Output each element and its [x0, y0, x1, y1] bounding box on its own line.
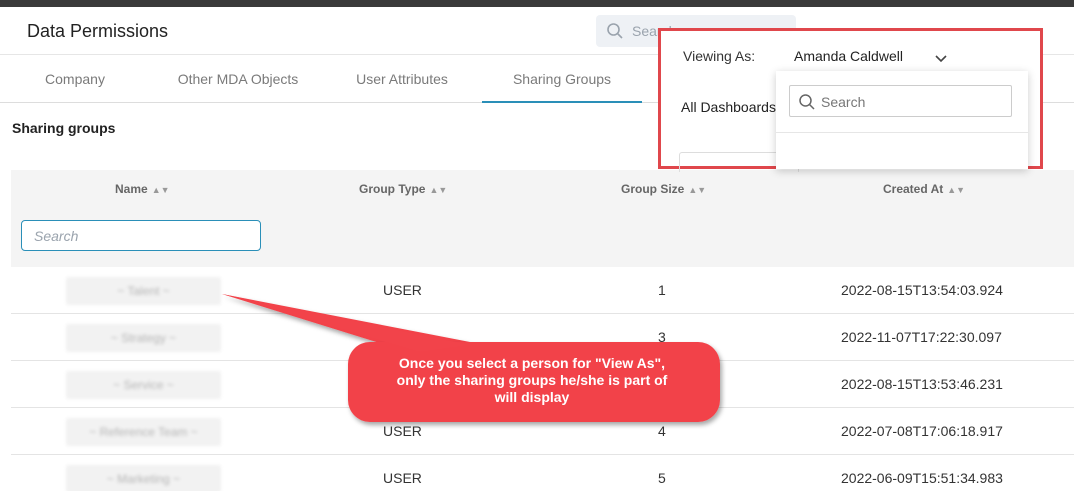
viewing-as-label: Viewing As: — [683, 48, 756, 64]
tab-sharing-groups[interactable]: Sharing Groups — [482, 56, 642, 103]
viewing-as-select[interactable]: Amanda Caldwell — [794, 48, 903, 64]
callout-text: Once you select a person for "View As", … — [362, 355, 702, 406]
sort-icon: ▲▼ — [151, 185, 170, 195]
row-group-type: USER — [383, 423, 422, 439]
chevron-down-icon[interactable] — [934, 51, 948, 69]
row-name: ~ Service ~ — [66, 371, 221, 399]
table-row[interactable]: ~ Reference Team ~ USER 4 2022-07-08T17:… — [11, 408, 1074, 455]
callout-line-3: will display — [494, 389, 570, 405]
row-created-at: 2022-08-15T13:53:46.231 — [841, 376, 1003, 392]
callout-line-2: only the sharing groups he/she is part o… — [396, 372, 668, 388]
search-icon — [606, 22, 624, 45]
sort-icon: ▲▼ — [688, 185, 707, 195]
row-group-size: 1 — [658, 282, 666, 298]
view-as-panel-highlight: Viewing As: Amanda Caldwell All Dashboar… — [658, 28, 1043, 172]
row-group-type: USER — [383, 470, 422, 486]
page-title: Data Permissions — [27, 21, 169, 41]
search-icon — [798, 93, 816, 116]
all-dashboards-label[interactable]: All Dashboards — [681, 99, 776, 115]
top-strip — [0, 0, 1074, 7]
dropdown-divider — [776, 132, 1028, 133]
callout-line-1: Once you select a person for "View As", — [398, 355, 666, 371]
table-row[interactable]: ~ Strategy ~ 3 2022-11-07T17:22:30.097 — [11, 314, 1074, 361]
name-search-input[interactable] — [21, 220, 261, 251]
row-created-at: 2022-11-07T17:22:30.097 — [841, 329, 1002, 345]
row-created-at: 2022-08-15T13:54:03.924 — [841, 282, 1003, 298]
row-group-size: 3 — [658, 329, 666, 345]
row-name: ~ Talent ~ — [66, 277, 221, 305]
dropdown-search-placeholder: Search — [821, 94, 866, 110]
row-group-size: 4 — [658, 423, 666, 439]
sort-icon: ▲▼ — [947, 185, 966, 195]
dropdown-search-input[interactable]: Search — [789, 85, 1012, 117]
row-name: ~ Marketing ~ — [66, 465, 221, 491]
row-group-size: 5 — [658, 470, 666, 486]
sharing-groups-table: Name ▲▼ Group Type ▲▼ Group Size ▲▼ Created… — [11, 170, 1074, 491]
view-as-dropdown: Search — [776, 71, 1028, 169]
column-header-name[interactable]: Name ▲▼ — [115, 182, 170, 196]
tab-other-mda-objects[interactable]: Other MDA Objects — [168, 56, 308, 103]
tab-user-attributes[interactable]: User Attributes — [342, 56, 462, 103]
section-title: Sharing groups — [12, 120, 116, 136]
column-header-group-size[interactable]: Group Size ▲▼ — [621, 182, 706, 196]
row-group-type: USER — [383, 282, 422, 298]
tab-company[interactable]: Company — [25, 56, 125, 103]
sort-icon: ▲▼ — [429, 185, 448, 195]
column-header-created-at[interactable]: Created At ▲▼ — [883, 182, 965, 196]
row-created-at: 2022-07-08T17:06:18.917 — [841, 423, 1003, 439]
row-created-at: 2022-06-09T15:51:34.983 — [841, 470, 1003, 486]
table-header: Name ▲▼ Group Type ▲▼ Group Size ▲▼ Created… — [11, 170, 1074, 267]
row-name: ~ Strategy ~ — [66, 324, 221, 352]
column-header-group-type[interactable]: Group Type ▲▼ — [359, 182, 447, 196]
row-name: ~ Reference Team ~ — [66, 418, 221, 446]
table-row[interactable]: ~ Marketing ~ USER 5 2022-06-09T15:51:34… — [11, 455, 1074, 491]
table-row[interactable]: ~ Talent ~ USER 1 2022-08-15T13:54:03.92… — [11, 267, 1074, 314]
